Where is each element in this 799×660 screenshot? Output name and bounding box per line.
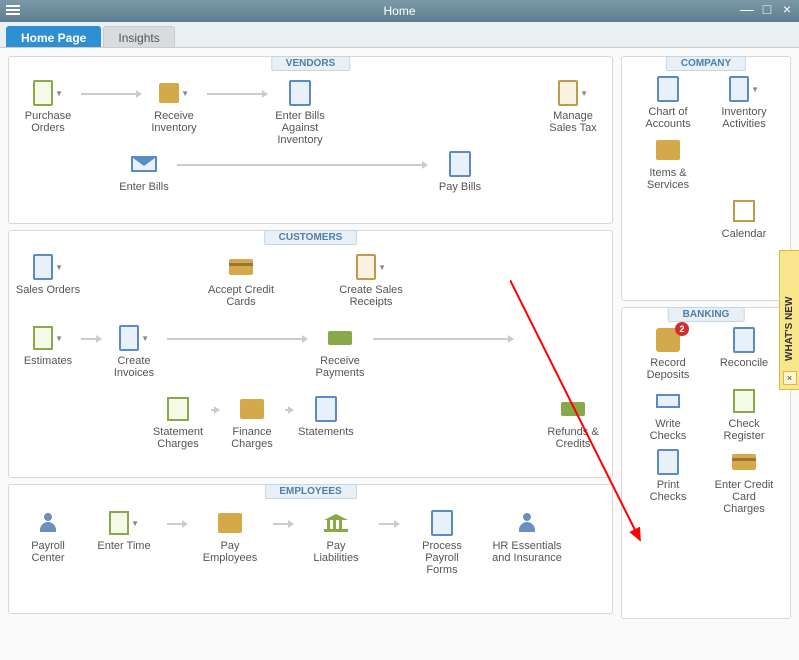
check-register[interactable]: Check Register	[713, 387, 775, 442]
window-titlebar: Home — □ ×	[0, 0, 799, 22]
employees-panel: EMPLOYEES Payroll Center ▼ Enter Time Pa…	[8, 484, 613, 614]
tab-insights[interactable]: Insights	[103, 26, 174, 47]
pay-bills[interactable]: Pay Bills	[427, 150, 493, 193]
window-title: Home	[383, 4, 415, 18]
refunds-credits[interactable]: Refunds & Credits	[540, 395, 606, 450]
accept-credit-cards[interactable]: Accept Credit Cards	[201, 253, 281, 308]
items-services[interactable]: Items & Services	[637, 136, 699, 191]
whats-new-label: WHAT'S NEW	[784, 251, 795, 369]
statement-charges[interactable]: Statement Charges	[145, 395, 211, 450]
record-deposits-icon: 2	[653, 326, 683, 354]
customers-header: CUSTOMERS	[264, 230, 358, 245]
whats-new-close-button[interactable]: ×	[783, 371, 797, 385]
enter-bills-inventory-icon	[285, 79, 315, 107]
receive-payments[interactable]: Receive Payments	[307, 324, 373, 379]
statements[interactable]: Statements	[293, 395, 359, 438]
chart-of-accounts[interactable]: Chart of Accounts	[637, 75, 699, 130]
write-checks[interactable]: Write Checks	[637, 387, 699, 442]
tab-bar: Home Page Insights	[0, 22, 799, 48]
calendar[interactable]: Calendar	[713, 197, 775, 240]
hr-essentials[interactable]: HR Essentials and Insurance	[485, 509, 569, 564]
banking-header: BANKING	[668, 307, 745, 322]
estimates[interactable]: ▼ Estimates	[15, 324, 81, 367]
enter-cc-icon	[729, 448, 759, 476]
check-register-icon	[729, 387, 759, 415]
finance-charges-icon	[237, 395, 267, 423]
vendors-header: VENDORS	[271, 56, 350, 71]
company-header: COMPANY	[666, 56, 746, 71]
credit-card-icon	[226, 253, 256, 281]
company-panel: COMPANY Chart of Accounts ▼ Inventory Ac…	[621, 56, 791, 301]
manage-sales-tax[interactable]: ▼ Manage Sales Tax	[540, 79, 606, 134]
statement-charges-icon	[163, 395, 193, 423]
payments-icon	[325, 324, 355, 352]
inventory-activities-icon: ▼	[729, 75, 759, 103]
enter-bills-against-inventory[interactable]: Enter Bills Against Inventory	[267, 79, 333, 146]
pay-employees-icon	[215, 509, 245, 537]
enter-time-icon: ▼	[109, 509, 139, 537]
sales-tax-icon: ▼	[558, 79, 588, 107]
create-sales-receipts[interactable]: ▼ Create Sales Receipts	[331, 253, 411, 308]
hr-icon	[512, 509, 542, 537]
enter-bills-icon	[129, 150, 159, 178]
print-checks-icon	[653, 448, 683, 476]
calendar-icon	[729, 197, 759, 225]
vendors-panel: VENDORS ▼ Purchase Orders ▼ Receive Inve…	[8, 56, 613, 224]
refunds-icon	[558, 395, 588, 423]
estimates-icon: ▼	[33, 324, 63, 352]
banking-panel: BANKING 2 Record Deposits Reconcile Writ…	[621, 307, 791, 619]
whats-new-tab[interactable]: WHAT'S NEW ×	[779, 250, 799, 390]
tab-home-page[interactable]: Home Page	[6, 26, 101, 47]
purchase-orders-icon: ▼	[33, 79, 63, 107]
hamburger-menu-icon[interactable]	[6, 3, 20, 17]
record-deposits[interactable]: 2 Record Deposits	[637, 326, 699, 381]
pay-liabilities[interactable]: Pay Liabilities	[303, 509, 369, 564]
sales-orders[interactable]: ▼ Sales Orders	[15, 253, 81, 296]
process-payroll-forms[interactable]: Process Payroll Forms	[409, 509, 475, 576]
enter-time[interactable]: ▼ Enter Time	[91, 509, 157, 552]
create-invoices[interactable]: ▼ Create Invoices	[101, 324, 167, 379]
items-services-icon	[653, 136, 683, 164]
sales-orders-icon: ▼	[33, 253, 63, 281]
pay-liabilities-icon	[321, 509, 351, 537]
payroll-center-icon	[33, 509, 63, 537]
pay-employees[interactable]: Pay Employees	[197, 509, 263, 564]
receive-inventory[interactable]: ▼ Receive Inventory	[141, 79, 207, 134]
minimize-button[interactable]: —	[739, 2, 755, 18]
invoice-icon: ▼	[119, 324, 149, 352]
print-checks[interactable]: Print Checks	[637, 448, 699, 515]
receive-inventory-icon: ▼	[159, 79, 189, 107]
payroll-forms-icon	[427, 509, 457, 537]
coa-icon	[653, 75, 683, 103]
maximize-button[interactable]: □	[759, 2, 775, 18]
finance-charges[interactable]: Finance Charges	[219, 395, 285, 450]
deposits-badge: 2	[675, 322, 689, 336]
employees-header: EMPLOYEES	[264, 484, 356, 499]
reconcile-icon	[729, 326, 759, 354]
customers-panel: CUSTOMERS ▼ Sales Orders Accept Credit C…	[8, 230, 613, 478]
pay-bills-icon	[445, 150, 475, 178]
purchase-orders[interactable]: ▼ Purchase Orders	[15, 79, 81, 134]
write-checks-icon	[653, 387, 683, 415]
statements-icon	[311, 395, 341, 423]
enter-credit-card-charges[interactable]: Enter Credit Card Charges	[713, 448, 775, 515]
enter-bills[interactable]: Enter Bills	[111, 150, 177, 193]
close-button[interactable]: ×	[779, 2, 795, 18]
receipt-icon: ▼	[356, 253, 386, 281]
payroll-center[interactable]: Payroll Center	[15, 509, 81, 564]
reconcile[interactable]: Reconcile	[713, 326, 775, 381]
inventory-activities[interactable]: ▼ Inventory Activities	[713, 75, 775, 130]
